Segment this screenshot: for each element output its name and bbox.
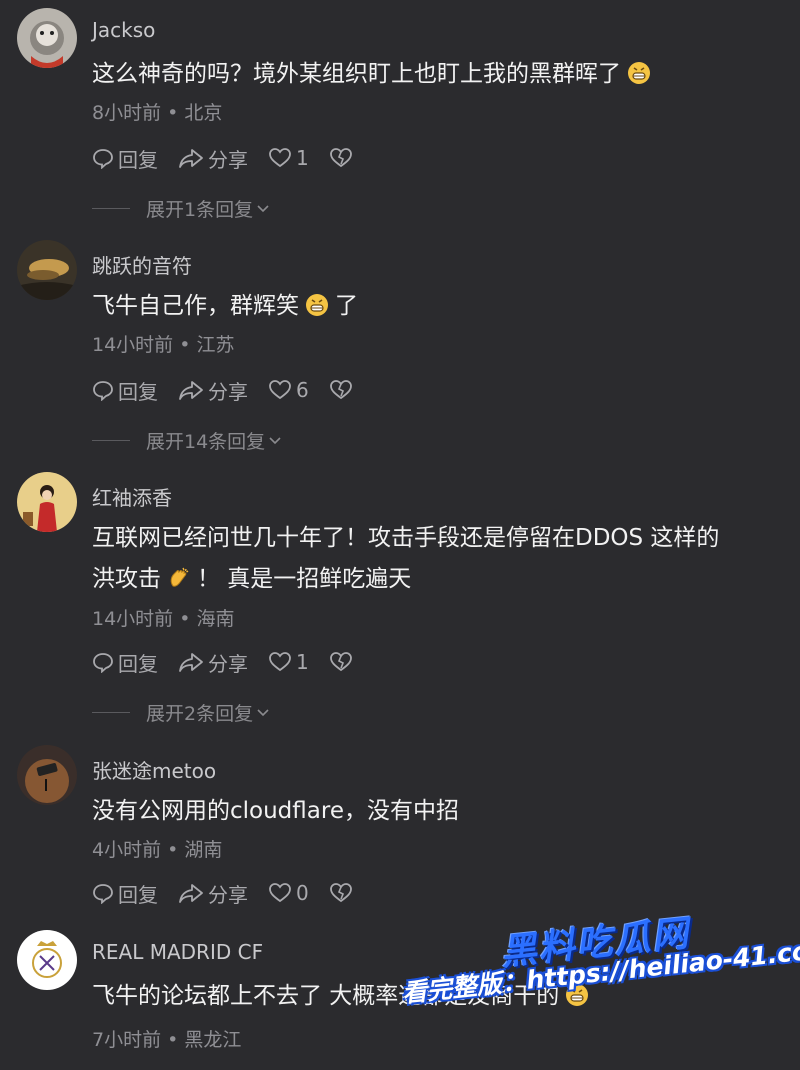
dislike-button[interactable] xyxy=(329,651,357,673)
share-icon xyxy=(179,381,203,400)
grin-emoji xyxy=(627,58,651,99)
heart-icon xyxy=(269,380,291,400)
like-button[interactable]: 1 xyxy=(268,146,309,170)
avatar[interactable] xyxy=(17,472,77,532)
comment-meta: 7小时前 • 黑龙江 xyxy=(92,1029,242,1051)
comment-actions: 回复 分享 1 xyxy=(92,647,377,677)
divider xyxy=(92,711,130,713)
avatar[interactable] xyxy=(17,745,77,805)
share-icon xyxy=(179,653,203,672)
like-count: 0 xyxy=(296,881,309,905)
avatar[interactable] xyxy=(17,8,77,68)
chevron-down-icon xyxy=(257,205,269,213)
avatar[interactable] xyxy=(17,240,77,300)
username[interactable]: Jacksо xyxy=(92,18,155,42)
share-button[interactable]: 分享 xyxy=(178,879,248,908)
share-button[interactable]: 分享 xyxy=(178,144,248,173)
comment-meta: 4小时前 • 湖南 xyxy=(92,839,223,861)
like-button[interactable]: 1 xyxy=(268,650,309,674)
grin-emoji xyxy=(565,980,589,1021)
grin-emoji xyxy=(305,290,329,331)
clap-emoji xyxy=(167,563,191,604)
chevron-down-icon xyxy=(257,709,269,717)
like-button[interactable]: 6 xyxy=(268,378,309,402)
comment-meta: 8小时前 • 北京 xyxy=(92,102,223,124)
avatar[interactable] xyxy=(17,930,77,990)
share-button[interactable]: 分享 xyxy=(178,648,248,677)
comment-text: 飞牛自己作，群辉笑了 xyxy=(92,286,792,331)
like-button[interactable]: 0 xyxy=(268,881,309,905)
expand-replies-button[interactable]: 展开2条回复 xyxy=(92,699,271,725)
chevron-down-icon xyxy=(269,437,281,445)
heart-icon xyxy=(269,652,291,672)
share-icon xyxy=(179,884,203,903)
divider xyxy=(92,439,130,441)
share-icon xyxy=(179,149,203,168)
reply-button[interactable]: 回复 xyxy=(92,648,158,677)
dislike-heart-icon xyxy=(329,148,352,168)
like-count: 1 xyxy=(296,650,309,674)
comment-text: 互联网已经问世几十年了！攻击手段还是停留在DDOS 这样的 洪攻击！ 真是一招鲜… xyxy=(92,518,792,604)
comment-actions: 回复 分享 1 xyxy=(92,143,377,173)
dislike-button[interactable] xyxy=(329,882,357,904)
comment-text: 没有公网用的cloudflare，没有中招 xyxy=(92,798,459,824)
username[interactable]: 跳跃的音符 xyxy=(92,250,192,279)
watermark-logo: 黑料吃瓜网 xyxy=(498,913,693,974)
reply-icon xyxy=(93,884,113,904)
comment-text: 飞牛的论坛都上不去了 大概率这都是友商干的 xyxy=(92,976,792,1021)
dislike-heart-icon xyxy=(329,380,352,400)
comment-actions: 回复 分享 0 xyxy=(92,878,377,908)
dislike-heart-icon xyxy=(329,883,352,903)
username[interactable]: REAL MADRID CF xyxy=(92,940,263,964)
expand-replies-button[interactable]: 展开14条回复 xyxy=(92,427,283,453)
reply-button[interactable]: 回复 xyxy=(92,376,158,405)
dislike-heart-icon xyxy=(329,652,352,672)
divider xyxy=(92,207,130,209)
heart-icon xyxy=(269,883,291,903)
dislike-button[interactable] xyxy=(329,147,357,169)
share-button[interactable]: 分享 xyxy=(178,376,248,405)
comment-meta: 14小时前 • 江苏 xyxy=(92,334,235,356)
dislike-button[interactable] xyxy=(329,379,357,401)
reply-button[interactable]: 回复 xyxy=(92,879,158,908)
comment-actions: 回复 分享 6 xyxy=(92,375,377,405)
like-count: 1 xyxy=(296,146,309,170)
comment-meta: 14小时前 • 海南 xyxy=(92,608,235,630)
expand-replies-button[interactable]: 展开1条回复 xyxy=(92,195,271,221)
username[interactable]: 张迷途metoo xyxy=(92,755,216,784)
heart-icon xyxy=(269,148,291,168)
like-count: 6 xyxy=(296,378,309,402)
username[interactable]: 红袖添香 xyxy=(92,482,172,511)
reply-icon xyxy=(93,653,113,673)
reply-icon xyxy=(93,381,113,401)
reply-icon xyxy=(93,149,113,169)
reply-button[interactable]: 回复 xyxy=(92,144,158,173)
comment-text: 这么神奇的吗？境外某组织盯上也盯上我的黑群晖了 xyxy=(92,54,792,99)
